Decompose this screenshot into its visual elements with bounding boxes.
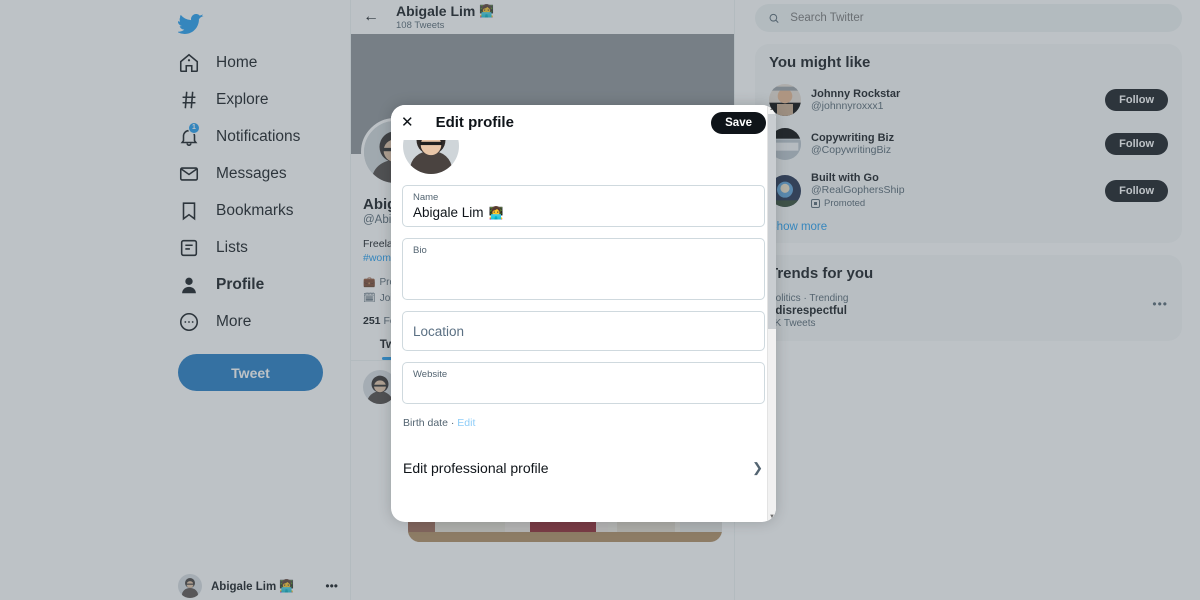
scrollbar-thumb[interactable] <box>767 114 776 329</box>
birth-date-row: Birth date · Edit <box>402 417 765 429</box>
edit-professional-profile-label: Edit professional profile <box>403 460 549 476</box>
field-label: Bio <box>413 245 427 256</box>
modal-header: ✕ Edit profile Save <box>391 105 776 140</box>
woman-technologist-emoji: 👩‍💻 <box>488 205 504 220</box>
profile-avatar[interactable] <box>403 140 459 174</box>
birth-date-edit-link[interactable]: Edit <box>457 417 475 429</box>
location-input[interactable]: Location <box>413 324 464 339</box>
edit-professional-profile-row[interactable]: Edit professional profile ❯ <box>402 455 765 481</box>
bio-field[interactable]: Bio <box>402 238 765 300</box>
scroll-down-arrow[interactable]: ▼ <box>769 513 775 522</box>
field-label: Website <box>413 369 448 380</box>
birth-date-label: Birth date · <box>403 417 455 429</box>
chevron-right-icon: ❯ <box>752 460 763 475</box>
close-icon[interactable]: ✕ <box>401 115 414 130</box>
name-input[interactable]: Abigale Lim 👩‍💻 <box>413 205 754 220</box>
field-label: Name <box>413 192 439 203</box>
save-button[interactable]: Save <box>711 111 766 134</box>
name-field[interactable]: Name Abigale Lim 👩‍💻 <box>402 185 765 227</box>
edit-profile-modal: ✕ Edit profile Save Name Abigale Lim 👩‍💻 <box>391 105 776 522</box>
location-field[interactable]: Location <box>402 311 765 351</box>
website-field[interactable]: Website <box>402 362 765 404</box>
modal-title: Edit profile <box>435 114 514 131</box>
modal-body: Name Abigale Lim 👩‍💻 Bio Location Websit… <box>391 140 776 522</box>
scroll-up-arrow[interactable]: ▲ <box>769 105 775 114</box>
twitter-app: Home Explore 1 Notifications Messages Bo… <box>0 0 1200 600</box>
modal-scrollbar[interactable]: ▲ ▼ <box>767 105 776 522</box>
